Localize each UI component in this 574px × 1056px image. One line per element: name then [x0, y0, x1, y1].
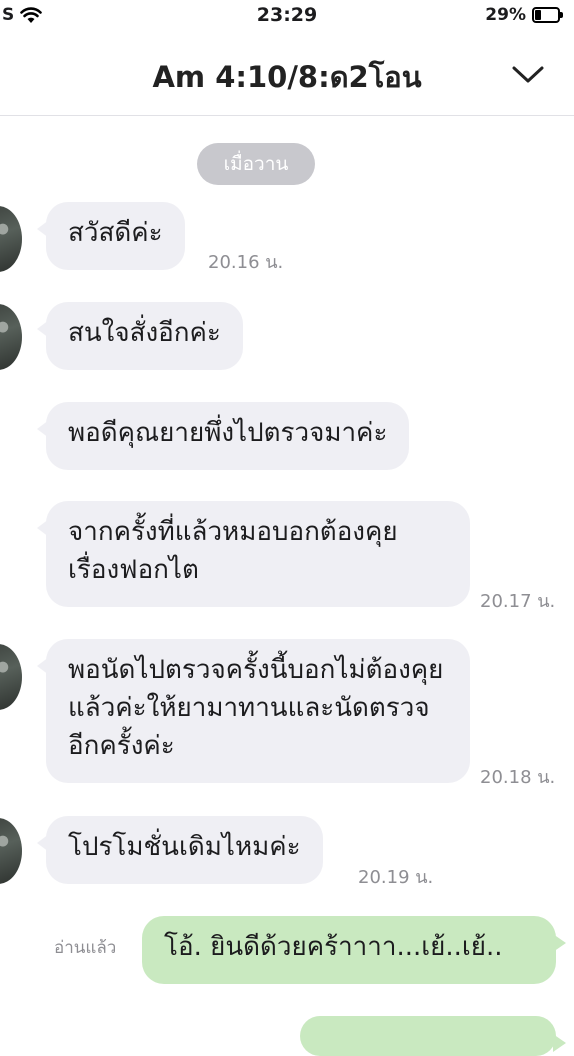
avatar[interactable]: [0, 206, 22, 272]
outgoing-message-bubble[interactable]: โอ้. ยินดีด้วยคร้าาาา...เย้..เย้..: [142, 916, 566, 984]
message-time: 20.17 น.: [480, 591, 556, 612]
message-bubble[interactable]: พอนัดไปตรวจครั้งนี้บอกไม่ต้องคุยแล้วค่ะใ…: [37, 639, 470, 783]
battery-fill: [535, 10, 541, 20]
status-bar: S 23:29 29%: [0, 0, 574, 32]
chat-title: Am 4:10/8:ด2โอน: [152, 60, 422, 94]
message-time: 20.18 น.: [480, 767, 556, 788]
outgoing-message-bubble-partial[interactable]: [300, 1016, 566, 1056]
avatar[interactable]: [0, 644, 22, 710]
battery-area: 29%: [485, 5, 563, 25]
message-time: 20.16 น.: [208, 252, 284, 273]
battery-percent: 29%: [485, 5, 526, 25]
message-bubble[interactable]: จากครั้งที่แล้วหมอบอกต้องคุยเรื่องฟอกไต: [37, 501, 470, 607]
message-time: 20.19 น.: [358, 867, 434, 888]
date-separator: เมื่อวาน: [197, 143, 315, 185]
chat-header: Am 4:10/8:ด2โอน: [0, 32, 574, 116]
chevron-down-icon[interactable]: [510, 56, 546, 92]
message-bubble[interactable]: พอดีคุณยายพึ่งไปตรวจมาค่ะ: [36, 402, 410, 470]
battery-icon: [532, 7, 563, 23]
read-receipt: อ่านแล้ว: [54, 938, 117, 958]
message-bubble[interactable]: สนใจสั่งอีกค่ะ: [37, 302, 243, 370]
message-list[interactable]: เมื่อวาน สวัสดีค่ะ 20.16 น. สนใจสั่งอีกค…: [0, 116, 574, 1056]
avatar[interactable]: [0, 818, 22, 884]
message-bubble[interactable]: โปรโมชั่นเดิมไหมค่ะ: [37, 816, 323, 884]
message-bubble[interactable]: สวัสดีค่ะ: [37, 202, 185, 270]
avatar[interactable]: [0, 304, 22, 370]
